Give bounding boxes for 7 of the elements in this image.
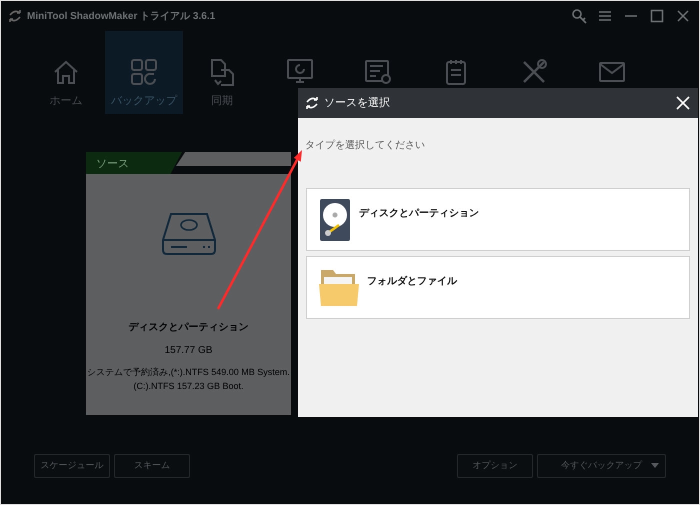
source-size: 157.77 GB (164, 344, 212, 358)
window-title: MiniTool ShadowMaker トライアル 3.6.1 (27, 10, 216, 24)
prompt-text: タイプを選択してください (305, 138, 426, 153)
source-detail: システムで予約済み,(*:).NTFS 549.00 MB System. (87, 366, 290, 379)
dialog-title: ソースを選択 (324, 96, 390, 111)
source-title: ディスクとパーティション (128, 321, 248, 335)
source-detail: (C:).NTFS 157.23 GB Boot. (133, 380, 244, 393)
